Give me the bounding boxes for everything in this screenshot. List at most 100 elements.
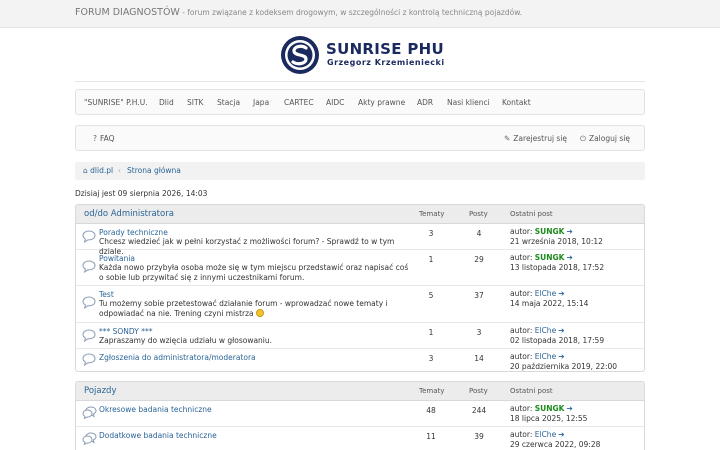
goto-post-icon[interactable]: ➔ bbox=[567, 227, 573, 236]
faq-label: FAQ bbox=[99, 134, 115, 143]
forum-name[interactable]: Porady techniczne bbox=[99, 228, 168, 237]
goto-post-icon[interactable]: ➔ bbox=[558, 352, 564, 361]
category-panel: Pojazdy Tematy Posty Ostatni post Okreso… bbox=[75, 381, 645, 450]
forum-posts-count: 37 bbox=[474, 291, 484, 300]
divider bbox=[75, 81, 645, 82]
forum-name[interactable]: Dodatkowe badania techniczne bbox=[99, 431, 217, 440]
forum-read-icon bbox=[82, 329, 96, 342]
last-post-date: 20 października 2019, 22:00 bbox=[510, 362, 618, 371]
breadcrumb-current[interactable]: Strona główna bbox=[127, 166, 181, 175]
power-icon: ⏻ bbox=[580, 134, 586, 143]
nav-item-sitk[interactable]: SITK bbox=[187, 98, 203, 107]
author-link[interactable]: ElChe bbox=[535, 352, 556, 361]
last-post-author: autor: ElChe ➔ bbox=[510, 430, 564, 439]
nav-item-kontakt[interactable]: Kontakt bbox=[502, 98, 531, 107]
author-prefix: autor: bbox=[510, 430, 535, 439]
last-post-author: autor: SUNGK ➔ bbox=[510, 404, 573, 413]
home-icon: ⌂ bbox=[83, 166, 88, 175]
last-post-author: autor: SUNGK ➔ bbox=[510, 253, 573, 262]
goto-post-icon[interactable]: ➔ bbox=[558, 289, 564, 298]
site-title-text[interactable]: FORUM DIAGNOSTÓW bbox=[75, 7, 180, 18]
category-title[interactable]: od/do Administratora bbox=[84, 209, 174, 219]
col-last-post: Ostatni post bbox=[510, 387, 553, 395]
forum-row: Zgłoszenia do administratora/moderatora … bbox=[76, 349, 644, 371]
forum-posts-count: 244 bbox=[471, 406, 487, 415]
user-bar: ? FAQ ✎ Zarejestruj się ⏻ Zaloguj się bbox=[75, 125, 645, 151]
forum-row: *** SONDY *** Zapraszamy do wzięcia udzi… bbox=[76, 323, 644, 349]
forum-topics-count: 3 bbox=[428, 354, 434, 363]
category-title[interactable]: Pojazdy bbox=[84, 386, 116, 396]
forum-multi-topic-icon bbox=[82, 406, 97, 419]
category-header: Pojazdy Tematy Posty Ostatni post bbox=[76, 382, 644, 401]
last-post-date: 21 września 2018, 10:12 bbox=[510, 237, 603, 246]
forum-read-icon bbox=[82, 260, 96, 273]
register-label: Zarejestruj się bbox=[513, 134, 568, 143]
site-description: - forum związane z kodeksem drogowym, w … bbox=[179, 8, 523, 17]
forum-description: Tu możemy sobie przetestować działanie f… bbox=[99, 299, 388, 318]
forum-posts-count: 14 bbox=[474, 354, 484, 363]
logo-line1: SUNRISE PHU bbox=[326, 40, 444, 58]
goto-post-icon[interactable]: ➔ bbox=[558, 430, 564, 439]
forum-topics-count: 1 bbox=[428, 255, 434, 264]
nav-item-sunrise[interactable]: "SUNRISE" P.H.U. bbox=[84, 98, 148, 107]
nav-item-cartec[interactable]: CARTEC bbox=[284, 98, 314, 107]
forum-row: Test Tu możemy sobie przetestować działa… bbox=[76, 286, 644, 323]
last-post-date: 13 listopada 2018, 17:52 bbox=[510, 263, 605, 272]
col-topics: Tematy bbox=[419, 387, 445, 395]
author-link[interactable]: SUNGK bbox=[535, 253, 565, 262]
author-link[interactable]: SUNGK bbox=[535, 404, 565, 413]
author-prefix: autor: bbox=[510, 404, 535, 413]
author-link[interactable]: ElChe bbox=[535, 289, 556, 298]
author-link[interactable]: ElChe bbox=[535, 430, 556, 439]
question-icon: ? bbox=[93, 134, 97, 143]
author-link[interactable]: SUNGK bbox=[535, 227, 565, 236]
forum-posts-count: 4 bbox=[476, 229, 482, 238]
edit-icon: ✎ bbox=[504, 134, 511, 143]
nav-item-akty-prawne[interactable]: Akty prawne bbox=[358, 98, 405, 107]
goto-post-icon[interactable]: ➔ bbox=[558, 326, 564, 335]
forum-description-wrap: Tu możemy sobie przetestować działanie f… bbox=[99, 299, 409, 319]
nav-item-aidc[interactable]: AIDC bbox=[326, 98, 344, 107]
current-date: Dzisiaj jest 09 sierpnia 2026, 14:03 bbox=[75, 189, 208, 198]
register-link[interactable]: ✎ Zarejestruj się bbox=[504, 134, 567, 143]
goto-post-icon[interactable]: ➔ bbox=[567, 404, 573, 413]
forum-name[interactable]: Zgłoszenia do administratora/moderatora bbox=[99, 353, 256, 362]
login-link[interactable]: ⏻ Zaloguj się bbox=[580, 134, 630, 144]
forum-name[interactable]: *** SONDY *** bbox=[99, 327, 153, 336]
forum-row: Powitania Każda nowo przybyła osoba może… bbox=[76, 250, 644, 286]
forum-topics-count: 48 bbox=[426, 406, 436, 415]
goto-post-icon[interactable]: ➔ bbox=[567, 253, 573, 262]
login-label: Zaloguj się bbox=[588, 134, 630, 143]
author-link[interactable]: ElChe bbox=[535, 326, 556, 335]
forum-multi-topic-icon bbox=[82, 432, 97, 445]
nav-item-japa[interactable]: Japa bbox=[253, 98, 269, 107]
category-header: od/do Administratora Tematy Posty Ostatn… bbox=[76, 205, 644, 224]
forum-name[interactable]: Powitania bbox=[99, 254, 135, 263]
breadcrumb-home-label[interactable]: dlid.pl bbox=[90, 166, 113, 175]
col-posts: Posty bbox=[469, 387, 488, 395]
author-prefix: autor: bbox=[510, 326, 535, 335]
forum-row: Porady techniczne Chcesz wiedzieć jak w … bbox=[76, 224, 644, 256]
col-last-post: Ostatni post bbox=[510, 210, 553, 218]
faq-link[interactable]: ? FAQ bbox=[93, 134, 115, 143]
logo-line2: Grzegorz Krzemieniecki bbox=[327, 58, 445, 67]
nav-item-nasi-klienci[interactable]: Nasi klienci bbox=[447, 98, 490, 107]
sunrise-logo-icon bbox=[281, 36, 319, 74]
nav-item-adr[interactable]: ADR bbox=[417, 98, 433, 107]
forum-name[interactable]: Okresowe badania techniczne bbox=[99, 405, 212, 414]
breadcrumb: ⌂ dlid.pl ‹ Strona główna bbox=[75, 162, 645, 180]
nav-item-stacja[interactable]: Stacja bbox=[217, 98, 240, 107]
col-posts: Posty bbox=[469, 210, 488, 218]
author-prefix: autor: bbox=[510, 352, 535, 361]
site-header: FORUM DIAGNOSTÓW - forum związane z kode… bbox=[0, 0, 720, 28]
forum-posts-count: 29 bbox=[474, 255, 484, 264]
nav-item-dlid[interactable]: Dlid bbox=[159, 98, 174, 107]
forum-description: Zapraszamy do wzięcia udziału w głosowan… bbox=[99, 336, 273, 345]
breadcrumb-home[interactable]: ⌂ dlid.pl bbox=[83, 166, 113, 175]
forum-topics-count: 5 bbox=[428, 291, 434, 300]
last-post-date: 14 maja 2022, 15:14 bbox=[510, 299, 589, 308]
sunrise-logo[interactable]: SUNRISE PHU Grzegorz Krzemieniecki bbox=[280, 35, 450, 77]
site-title[interactable]: FORUM DIAGNOSTÓW - forum związane z kode… bbox=[75, 7, 522, 18]
forum-read-icon bbox=[82, 353, 96, 366]
forum-name[interactable]: Test bbox=[99, 290, 114, 299]
